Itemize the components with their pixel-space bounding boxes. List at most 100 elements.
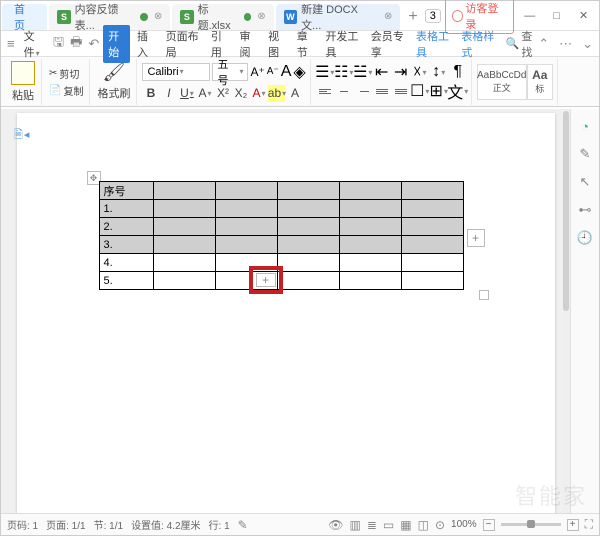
- scrollbar-thumb[interactable]: [563, 111, 569, 311]
- zoom-fit-icon[interactable]: ⊙: [435, 518, 445, 532]
- table-cell[interactable]: [277, 218, 339, 236]
- table-cell[interactable]: [339, 236, 401, 254]
- table-resize-handle[interactable]: [479, 290, 489, 300]
- vertical-scrollbar[interactable]: [562, 109, 570, 513]
- web-layout-icon[interactable]: ▦: [400, 518, 411, 532]
- add-column-button[interactable]: +: [467, 229, 485, 247]
- font-family-select[interactable]: Calibri▾: [142, 63, 210, 81]
- grow-font-button[interactable]: A⁺: [250, 65, 264, 79]
- table-cell[interactable]: [277, 182, 339, 200]
- table-cell[interactable]: [277, 200, 339, 218]
- close-icon[interactable]: ⊗: [384, 11, 392, 22]
- zoom-out-button[interactable]: −: [483, 519, 495, 531]
- table-cell[interactable]: [401, 272, 463, 290]
- table-cell[interactable]: [339, 200, 401, 218]
- table-cell[interactable]: [277, 272, 339, 290]
- table-cell[interactable]: 2.: [99, 218, 153, 236]
- assistant-icon[interactable]: ◔: [576, 117, 594, 135]
- select-tool-icon[interactable]: ↖: [576, 173, 594, 191]
- menu-start[interactable]: 开始: [103, 25, 130, 63]
- underline-button[interactable]: U▾: [178, 85, 195, 102]
- tab-marker-button[interactable]: ¶: [449, 64, 467, 80]
- table-cell[interactable]: [339, 218, 401, 236]
- table-cell[interactable]: [215, 218, 277, 236]
- print-layout-icon[interactable]: ▭: [383, 518, 394, 532]
- table-cell[interactable]: [401, 200, 463, 218]
- table-cell[interactable]: [339, 272, 401, 290]
- close-window-button[interactable]: ✕: [572, 6, 595, 26]
- menu-dev-tools[interactable]: 开发工具: [320, 25, 363, 63]
- table-cell[interactable]: [339, 254, 401, 272]
- menu-section[interactable]: 章节: [292, 25, 319, 63]
- bold-button[interactable]: B: [142, 85, 159, 102]
- table-cell[interactable]: [215, 200, 277, 218]
- align-right-button[interactable]: [354, 83, 372, 99]
- shading-button[interactable]: ☐▾: [411, 83, 429, 99]
- settings-shortcut-icon[interactable]: ⊷: [576, 201, 594, 219]
- fullscreen-icon[interactable]: ⛶: [585, 517, 593, 532]
- menu-insert[interactable]: 插入: [132, 25, 159, 63]
- minimize-button[interactable]: —: [518, 6, 541, 26]
- table-cell[interactable]: [153, 200, 215, 218]
- menu-member[interactable]: 会员专享: [366, 25, 409, 63]
- table-cell[interactable]: [401, 218, 463, 236]
- menu-table-style[interactable]: 表格样式: [456, 25, 499, 63]
- notification-count[interactable]: 3: [425, 9, 441, 23]
- clear-format-button[interactable]: ◈: [293, 62, 305, 82]
- eye-icon[interactable]: 👁: [328, 518, 343, 532]
- comment-marker-icon[interactable]: 🗎: [14, 126, 29, 145]
- table-cell[interactable]: [153, 236, 215, 254]
- search-box[interactable]: 🔍查找: [506, 28, 535, 60]
- align-left-button[interactable]: [316, 83, 334, 99]
- superscript-button[interactable]: X²: [214, 85, 231, 102]
- print-icon[interactable]: 🖶: [68, 33, 84, 55]
- font-color-button[interactable]: A▾: [250, 85, 267, 102]
- maximize-button[interactable]: □: [545, 6, 568, 26]
- paste-button[interactable]: 粘贴: [9, 60, 37, 104]
- bullets-button[interactable]: ☰▾: [316, 64, 334, 80]
- strikethrough-button[interactable]: A▾: [196, 85, 213, 102]
- table-cell[interactable]: 1.: [99, 200, 153, 218]
- style-normal[interactable]: AaBbCcDd 正文: [477, 64, 527, 100]
- cut-button[interactable]: ✂剪切: [47, 65, 81, 82]
- menu-review[interactable]: 审阅: [235, 25, 262, 63]
- page[interactable]: ✥ 序号 1. 2. 3. 4. 5. + +: [17, 113, 555, 513]
- char-scale-button[interactable]: ☓▾: [411, 64, 429, 80]
- file-menu[interactable]: 文件▾: [19, 25, 49, 63]
- table-cell[interactable]: 序号: [99, 182, 153, 200]
- add-row-button[interactable]: +: [256, 273, 276, 287]
- borders-button[interactable]: ⊞▾: [430, 83, 448, 99]
- menu-table-tools[interactable]: 表格工具: [411, 25, 454, 63]
- fit-width-icon[interactable]: ◫: [418, 518, 429, 532]
- distribute-button[interactable]: [392, 83, 410, 99]
- italic-button[interactable]: I: [160, 85, 177, 102]
- undo-icon[interactable]: ↶: [86, 36, 101, 52]
- text-direction-button[interactable]: 文▾: [449, 83, 467, 99]
- multilevel-button[interactable]: ☱▾: [354, 64, 372, 80]
- collapse-ribbon-icon[interactable]: ⌃: [536, 36, 551, 52]
- increase-indent-button[interactable]: ⇥: [392, 64, 410, 80]
- justify-button[interactable]: [373, 83, 391, 99]
- table-cell[interactable]: [153, 182, 215, 200]
- char-border-button[interactable]: A: [286, 85, 303, 102]
- table-cell[interactable]: 5.: [99, 272, 153, 290]
- table-cell[interactable]: 3.: [99, 236, 153, 254]
- subscript-button[interactable]: X₂: [232, 85, 249, 102]
- table-cell[interactable]: [277, 254, 339, 272]
- table-cell[interactable]: [401, 182, 463, 200]
- decrease-indent-button[interactable]: ⇤: [373, 64, 391, 80]
- font-size-select[interactable]: 五号▾: [212, 63, 248, 81]
- table-cell[interactable]: [153, 218, 215, 236]
- zoom-in-button[interactable]: +: [567, 519, 579, 531]
- table-cell[interactable]: [401, 236, 463, 254]
- style-heading[interactable]: Aa 标: [527, 64, 553, 100]
- table-cell[interactable]: [339, 182, 401, 200]
- zoom-slider[interactable]: [501, 523, 561, 526]
- read-mode-icon[interactable]: ▥: [350, 518, 361, 532]
- menu-view[interactable]: 视图: [263, 25, 290, 63]
- shrink-font-button[interactable]: A⁻: [267, 66, 279, 77]
- change-case-button[interactable]: A: [281, 63, 292, 81]
- outline-icon[interactable]: ≣: [367, 518, 377, 532]
- table-cell[interactable]: [277, 236, 339, 254]
- save-icon[interactable]: 🖫: [51, 33, 66, 55]
